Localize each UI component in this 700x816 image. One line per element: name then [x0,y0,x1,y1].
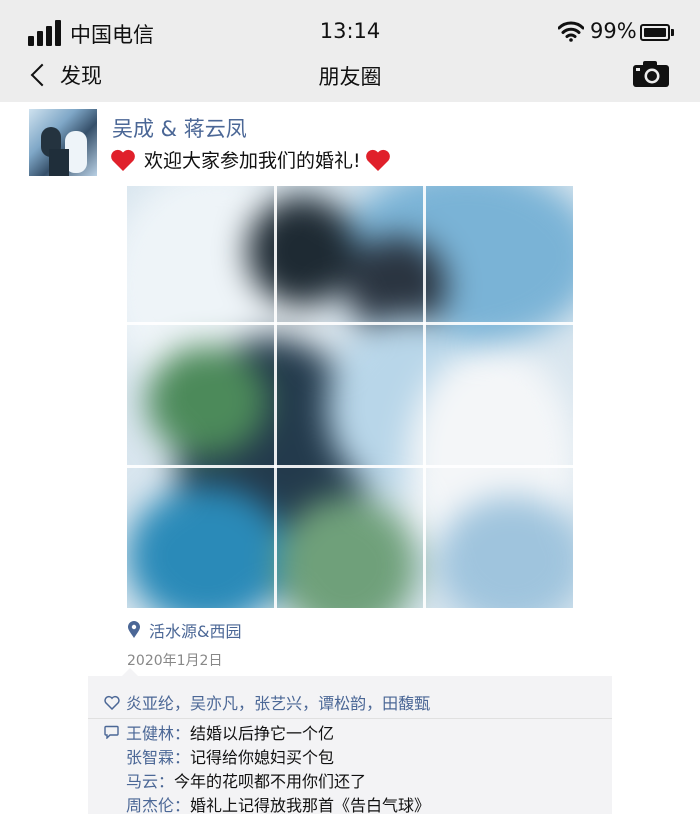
grid-line [127,322,573,325]
location-pin-icon [128,621,140,638]
camera-icon[interactable] [632,60,670,88]
wifi-icon [558,21,584,42]
comment-item[interactable]: 周杰伦：婚礼上记得放我那首《告白气球》 [104,792,430,816]
heart-outline-icon [104,695,120,710]
grid-line [274,186,277,608]
post-text-row: 欢迎大家参加我们的婚礼! [110,146,391,173]
like-name[interactable]: 田馥甄 [382,690,430,714]
like-name[interactable]: 吴亦凡 [190,690,238,714]
comment-text: 婚礼上记得放我那首《告白气球》 [190,796,431,815]
post-photo[interactable] [127,186,573,608]
comment-text: 今年的花呗都不用你们还了 [174,772,367,791]
comment-item[interactable]: 王健林：结婚以后挣它一个亿 [104,720,430,744]
grid-line [127,465,573,468]
likes-row: 炎亚纶， 吴亦凡， 张艺兴， 谭松韵， 田馥甄 [104,690,430,714]
comment-item[interactable]: 张智霖：记得给你媳妇买个包 [104,744,430,768]
red-heart-emoji-icon [365,149,390,171]
author-name[interactable]: 吴成 & 蒋云凤 [112,113,247,143]
comment-text: 结婚以后挣它一个亿 [190,724,335,743]
divider [88,718,612,719]
like-name[interactable]: 张艺兴 [254,690,302,714]
page-title: 朋友圈 [318,65,382,89]
comment-bubble-icon [104,725,119,739]
grid-line [423,186,426,608]
location-text: 活水源&西园 [149,622,242,641]
comment-text: 记得给你媳妇买个包 [190,748,335,767]
comments-list: 王健林：结婚以后挣它一个亿 张智霖：记得给你媳妇买个包 马云：今年的花呗都不用你… [104,720,430,816]
post-date: 2020年1月2日 [127,653,223,669]
interactions-panel: 炎亚纶， 吴亦凡， 张艺兴， 谭松韵， 田馥甄 王健林：结婚以后挣它一个亿 张智… [88,668,612,816]
post-text: 欢迎大家参加我们的婚礼! [144,150,361,172]
comment-author[interactable]: 马云 [126,768,158,792]
like-name[interactable]: 谭松韵 [318,690,366,714]
location-link[interactable]: 活水源&西园 [127,618,241,642]
red-heart-emoji-icon [111,149,135,171]
comment-author[interactable]: 周杰伦 [126,792,174,816]
battery-icon [640,24,674,41]
comment-author[interactable]: 王健林 [126,720,174,744]
comment-author[interactable]: 张智霖 [126,744,174,768]
battery-percent: 99% [590,19,637,43]
like-name[interactable]: 炎亚纶 [126,690,174,714]
avatar[interactable] [29,109,97,176]
comment-item[interactable]: 马云：今年的花呗都不用你们还了 [104,768,430,792]
